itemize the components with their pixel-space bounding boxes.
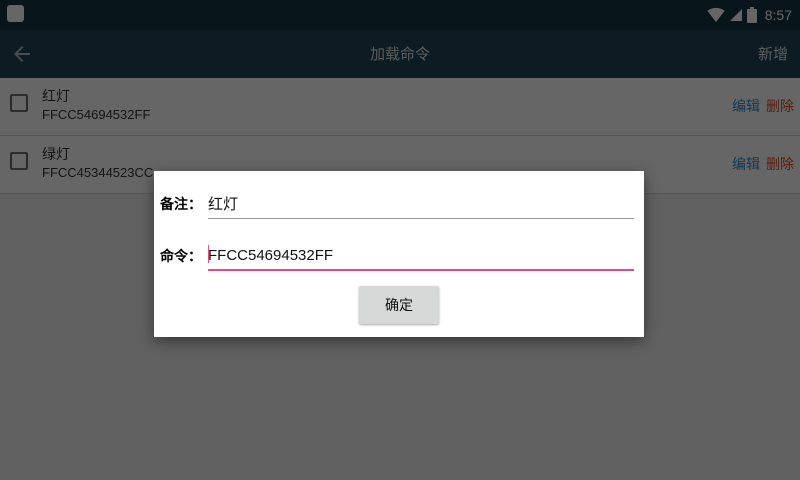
note-input[interactable] [208, 189, 634, 217]
toolbar: 加载命令 新增 [0, 30, 800, 78]
wifi-icon [707, 7, 725, 22]
battery-icon [746, 7, 757, 23]
edit-button[interactable]: 编辑 [732, 154, 760, 174]
confirm-button[interactable]: 确定 [359, 286, 439, 324]
status-indicators: 8:57 [707, 0, 792, 30]
list-item: 红灯 FFCC54694532FF 编辑 删除 [0, 78, 800, 136]
text-caret [208, 245, 209, 263]
item-checkbox[interactable] [10, 94, 28, 112]
item-name: 绿灯 [42, 147, 70, 163]
item-code: FFCC54694532FF [42, 107, 151, 122]
note-label: 备注： [160, 197, 202, 213]
delete-button[interactable]: 删除 [766, 96, 794, 116]
status-time: 8:57 [764, 7, 792, 23]
app-icon [7, 5, 24, 22]
delete-button[interactable]: 删除 [766, 154, 794, 174]
edit-command-dialog: 备注： 命令： 确定 [154, 171, 644, 337]
item-actions: 编辑 删除 [732, 96, 794, 116]
item-checkbox[interactable] [10, 152, 28, 170]
signal-icon [729, 9, 742, 21]
page-title: 加载命令 [369, 45, 430, 63]
status-bar: 8:57 [0, 0, 800, 30]
command-input[interactable] [208, 241, 634, 269]
item-code: FFCC45344523CC [42, 165, 154, 180]
command-label: 命令： [160, 249, 202, 265]
note-input-underline [208, 218, 634, 219]
item-actions: 编辑 删除 [732, 154, 794, 174]
item-name: 红灯 [42, 89, 70, 105]
edit-button[interactable]: 编辑 [732, 96, 760, 116]
add-button[interactable]: 新增 [758, 30, 788, 78]
command-input-underline [208, 269, 634, 271]
